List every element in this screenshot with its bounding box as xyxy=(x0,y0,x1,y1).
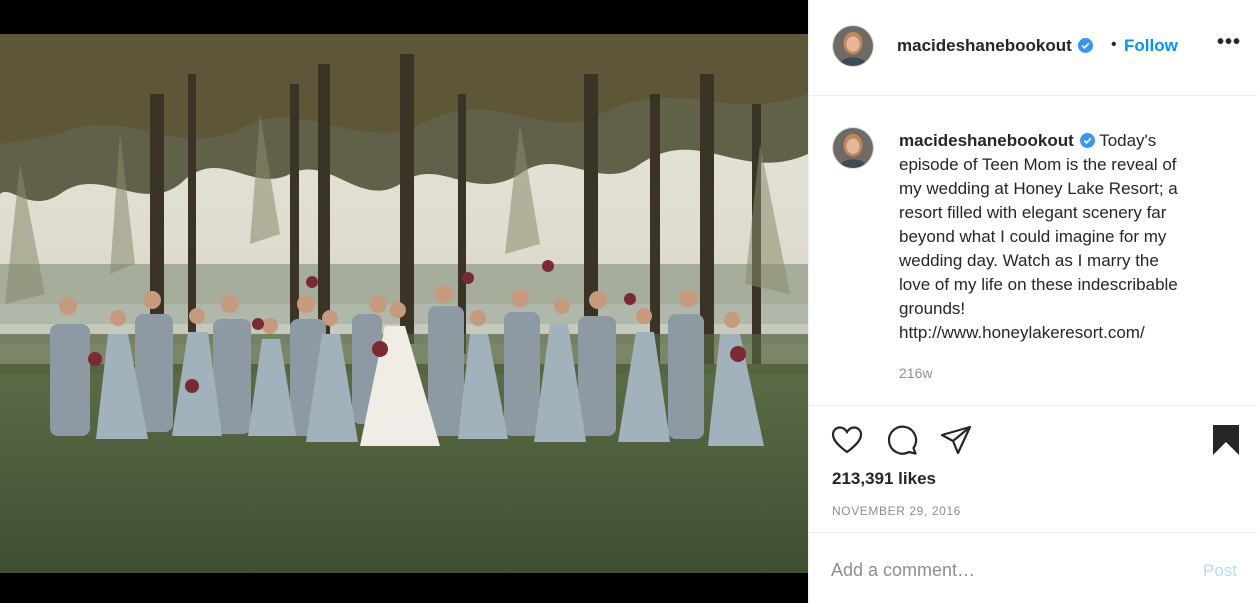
caption-username[interactable]: macideshanebookout xyxy=(899,131,1074,150)
post-caption: macideshanebookout Today's episode of Te… xyxy=(899,129,1229,345)
comment-bubble-icon[interactable] xyxy=(885,423,919,457)
post-header: macideshanebookout • Follow ••• xyxy=(809,0,1257,96)
comment-input[interactable] xyxy=(831,556,1171,584)
post-details-panel: macideshanebookout • Follow ••• macidesh… xyxy=(808,0,1257,603)
caption-text: Today's xyxy=(1099,131,1157,150)
verified-badge-icon xyxy=(1079,133,1095,148)
caption-link[interactable]: http://www.honeylakeresort.com/ xyxy=(899,321,1229,345)
caption-text: resort filled with elegant scenery far xyxy=(899,203,1167,222)
comment-box: Post xyxy=(809,534,1257,603)
post-comment-button[interactable]: Post xyxy=(1203,561,1237,581)
paper-plane-icon[interactable] xyxy=(939,423,973,457)
caption-first-line: macideshanebookout Today's xyxy=(899,129,1229,153)
caption-text: beyond what I could imagine for my xyxy=(899,227,1167,246)
post-time-ago[interactable]: 216w xyxy=(899,365,932,381)
post-actions: 213,391 likes NOVEMBER 29, 2016 xyxy=(809,407,1257,533)
bookmark-icon[interactable] xyxy=(1209,423,1243,457)
caption-section: macideshanebookout Today's episode of Te… xyxy=(809,97,1257,406)
likes-count[interactable]: 213,391 likes xyxy=(832,469,936,489)
heart-icon[interactable] xyxy=(830,423,864,457)
separator-dot: • xyxy=(1111,36,1117,53)
caption-text: wedding day. Watch as I marry the xyxy=(899,251,1159,270)
post-media xyxy=(0,0,808,603)
more-options-icon[interactable]: ••• xyxy=(1217,31,1241,54)
post-date: NOVEMBER 29, 2016 xyxy=(832,504,961,518)
avatar[interactable] xyxy=(832,25,874,67)
wedding-photo[interactable] xyxy=(0,34,808,573)
caption-text: grounds! xyxy=(899,299,966,318)
caption-text: episode of Teen Mom is the reveal of xyxy=(899,155,1177,174)
caption-text: love of my life on these indescribable xyxy=(899,275,1178,294)
follow-button[interactable]: Follow xyxy=(1124,36,1178,56)
wedding-party-image xyxy=(0,34,808,573)
verified-badge-icon xyxy=(1077,38,1093,53)
username-link[interactable]: macideshanebookout xyxy=(897,36,1093,56)
caption-avatar[interactable] xyxy=(832,127,874,169)
caption-text: my wedding at Honey Lake Resort; a xyxy=(899,179,1178,198)
username: macideshanebookout xyxy=(897,36,1072,55)
